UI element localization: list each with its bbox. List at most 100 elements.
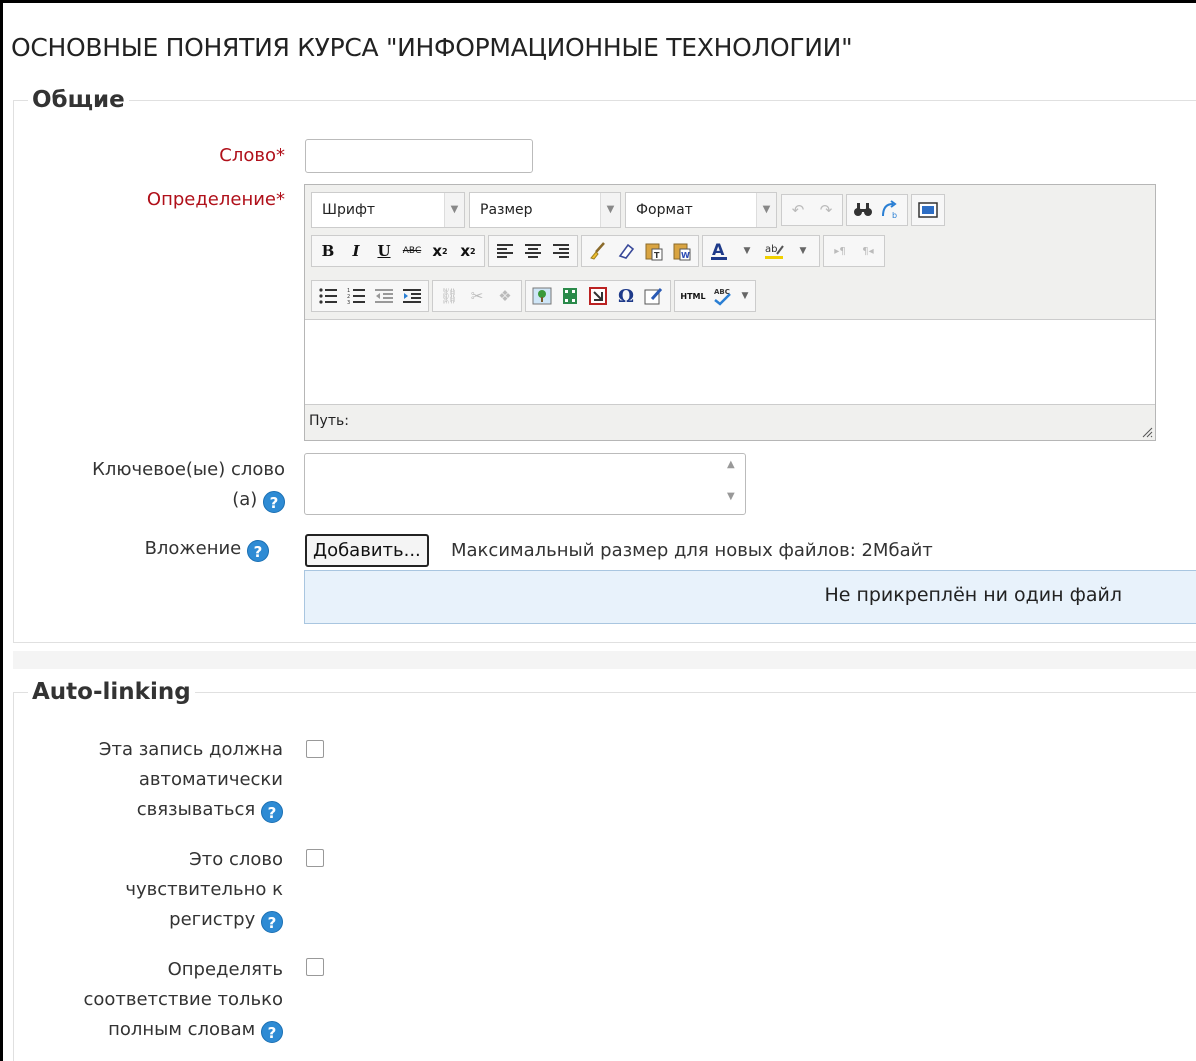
editor-toolbar-row-2: B I U ABC x2 x2 T W A ▼ ab ▼ ▸¶ ¶◂ xyxy=(311,232,888,270)
svg-text:A: A xyxy=(712,241,725,259)
bullet-list-icon[interactable] xyxy=(315,283,341,309)
word-input[interactable] xyxy=(305,139,533,173)
svg-text:3: 3 xyxy=(347,300,350,304)
fullscreen-icon[interactable] xyxy=(915,197,941,223)
scroll-up-icon[interactable]: ▲ xyxy=(727,459,735,470)
undo-icon[interactable]: ↶ xyxy=(785,197,811,223)
paste-text-icon[interactable]: T xyxy=(641,238,667,264)
unlink-icon[interactable]: ✂ xyxy=(464,283,490,309)
word-label: Слово* xyxy=(219,145,285,166)
svg-text:W: W xyxy=(681,251,690,260)
size-select[interactable]: Размер ▼ xyxy=(469,192,621,228)
autolink-entry-checkbox[interactable] xyxy=(306,740,324,758)
help-icon[interactable]: ? xyxy=(247,540,269,562)
help-icon[interactable]: ? xyxy=(261,801,283,823)
svg-text:T: T xyxy=(654,251,660,260)
file-drop-area[interactable]: Не прикреплён ни один файл xyxy=(304,570,1196,624)
dropdown-arrow-icon: ▼ xyxy=(600,193,620,227)
find-replace-icon[interactable]: b xyxy=(878,197,904,223)
image-icon[interactable] xyxy=(529,283,555,309)
subscript-icon[interactable]: x2 xyxy=(427,238,453,264)
superscript-icon[interactable]: x2 xyxy=(455,238,481,264)
help-icon[interactable]: ? xyxy=(263,491,285,513)
section-divider xyxy=(13,651,1196,669)
font-select[interactable]: Шрифт ▼ xyxy=(311,192,465,228)
editor-toolbar-row-1: Шрифт ▼ Размер ▼ Формат ▼ ↶ ↷ b xyxy=(311,191,948,229)
dropdown-arrow-icon[interactable]: ▼ xyxy=(790,238,816,264)
alignment-group xyxy=(488,235,578,267)
keywords-label: Ключевое(ые) слово (а) ? xyxy=(92,459,285,513)
media-icon[interactable] xyxy=(557,283,583,309)
insert-group: Ω xyxy=(525,280,671,312)
required-asterisk: * xyxy=(276,145,285,166)
indent-icon[interactable] xyxy=(399,283,425,309)
max-file-size-text: Максимальный размер для новых файлов: 2М… xyxy=(451,540,933,561)
format-select[interactable]: Формат ▼ xyxy=(625,192,777,228)
rtl-icon[interactable]: ¶◂ xyxy=(855,238,881,264)
tools-group: HTML ABC ▼ xyxy=(674,280,756,312)
help-icon[interactable]: ? xyxy=(261,911,283,933)
align-right-icon[interactable] xyxy=(548,238,574,264)
full-match-label: Определять соответствие только полным сл… xyxy=(83,959,283,1043)
no-files-text: Не прикреплён ни один файл xyxy=(824,584,1122,606)
link-icon[interactable]: ⛓ xyxy=(436,283,462,309)
edit-icon[interactable] xyxy=(641,283,667,309)
find-icon[interactable] xyxy=(850,197,876,223)
svg-text:b: b xyxy=(892,211,897,220)
clipboard-group: T W xyxy=(581,235,699,267)
eraser-icon[interactable] xyxy=(613,238,639,264)
form-frame: ОСНОВНЫЕ ПОНЯТИЯ КУРСА "ИНФОРМАЦИОННЫЕ Т… xyxy=(0,0,1196,1061)
numbered-list-icon[interactable]: 123 xyxy=(343,283,369,309)
dropdown-arrow-icon[interactable]: ▼ xyxy=(738,283,752,309)
italic-icon[interactable]: I xyxy=(343,238,369,264)
outdent-icon[interactable] xyxy=(371,283,397,309)
text-style-group: B I U ABC x2 x2 xyxy=(311,235,485,267)
link-group: ⛓ ✂ ❖ xyxy=(432,280,522,312)
fullscreen-group xyxy=(911,194,945,226)
dropdown-arrow-icon: ▼ xyxy=(756,193,776,227)
bold-icon[interactable]: B xyxy=(315,238,341,264)
dropdown-arrow-icon[interactable]: ▼ xyxy=(734,238,760,264)
html-source-icon[interactable]: HTML xyxy=(678,283,708,309)
case-sensitive-checkbox[interactable] xyxy=(306,849,324,867)
page-title: ОСНОВНЫЕ ПОНЯТИЯ КУРСА "ИНФОРМАЦИОННЫЕ Т… xyxy=(11,33,853,62)
svg-text:ab: ab xyxy=(765,244,777,255)
align-left-icon[interactable] xyxy=(492,238,518,264)
help-icon[interactable]: ? xyxy=(261,1021,283,1043)
dropdown-arrow-icon: ▼ xyxy=(444,193,464,227)
underline-icon[interactable]: U xyxy=(371,238,397,264)
case-sensitive-label: Это слово чувствительно к регистру ? xyxy=(125,849,283,933)
ltr-icon[interactable]: ▸¶ xyxy=(827,238,853,264)
add-file-button[interactable]: Добавить... xyxy=(305,534,429,567)
scroll-down-icon[interactable]: ▼ xyxy=(727,491,735,502)
moodle-media-icon[interactable] xyxy=(585,283,611,309)
autolinking-section-legend[interactable]: Auto-linking xyxy=(28,679,195,705)
editor-path-label: Путь: xyxy=(309,413,349,429)
search-group: b xyxy=(846,194,908,226)
definition-label: Определение* xyxy=(146,189,285,210)
editor-toolbar-row-3: 123 ⛓ ✂ ❖ Ω HTML ABC ▼ xyxy=(311,277,759,315)
full-match-checkbox[interactable] xyxy=(306,958,324,976)
list-group: 123 xyxy=(311,280,429,312)
keywords-textarea[interactable] xyxy=(304,453,746,515)
general-section-legend[interactable]: Общие xyxy=(28,87,129,113)
spellcheck-icon[interactable]: ABC xyxy=(710,283,736,309)
highlight-color-icon[interactable]: ab xyxy=(762,238,788,264)
direction-group: ▸¶ ¶◂ xyxy=(823,235,885,267)
paste-word-icon[interactable]: W xyxy=(669,238,695,264)
attachment-label: Вложение ? xyxy=(83,534,269,564)
keywords-scrollbar[interactable]: ▲ ▼ xyxy=(719,455,744,513)
redo-icon[interactable]: ↷ xyxy=(813,197,839,223)
color-group: A ▼ ab ▼ xyxy=(702,235,820,267)
editor-content-area[interactable] xyxy=(305,319,1155,405)
strikethrough-icon[interactable]: ABC xyxy=(399,238,425,264)
align-center-icon[interactable] xyxy=(520,238,546,264)
required-asterisk: * xyxy=(276,189,285,210)
anchor-icon[interactable]: ❖ xyxy=(492,283,518,309)
text-color-icon[interactable]: A xyxy=(706,238,732,264)
autolink-entry-label: Эта запись должна автоматически связыват… xyxy=(98,739,283,823)
cleanup-brush-icon[interactable] xyxy=(585,238,611,264)
definition-editor[interactable]: Шрифт ▼ Размер ▼ Формат ▼ ↶ ↷ b B I U AB… xyxy=(304,184,1156,441)
special-char-icon[interactable]: Ω xyxy=(613,283,639,309)
resize-handle-icon[interactable] xyxy=(1141,426,1153,438)
